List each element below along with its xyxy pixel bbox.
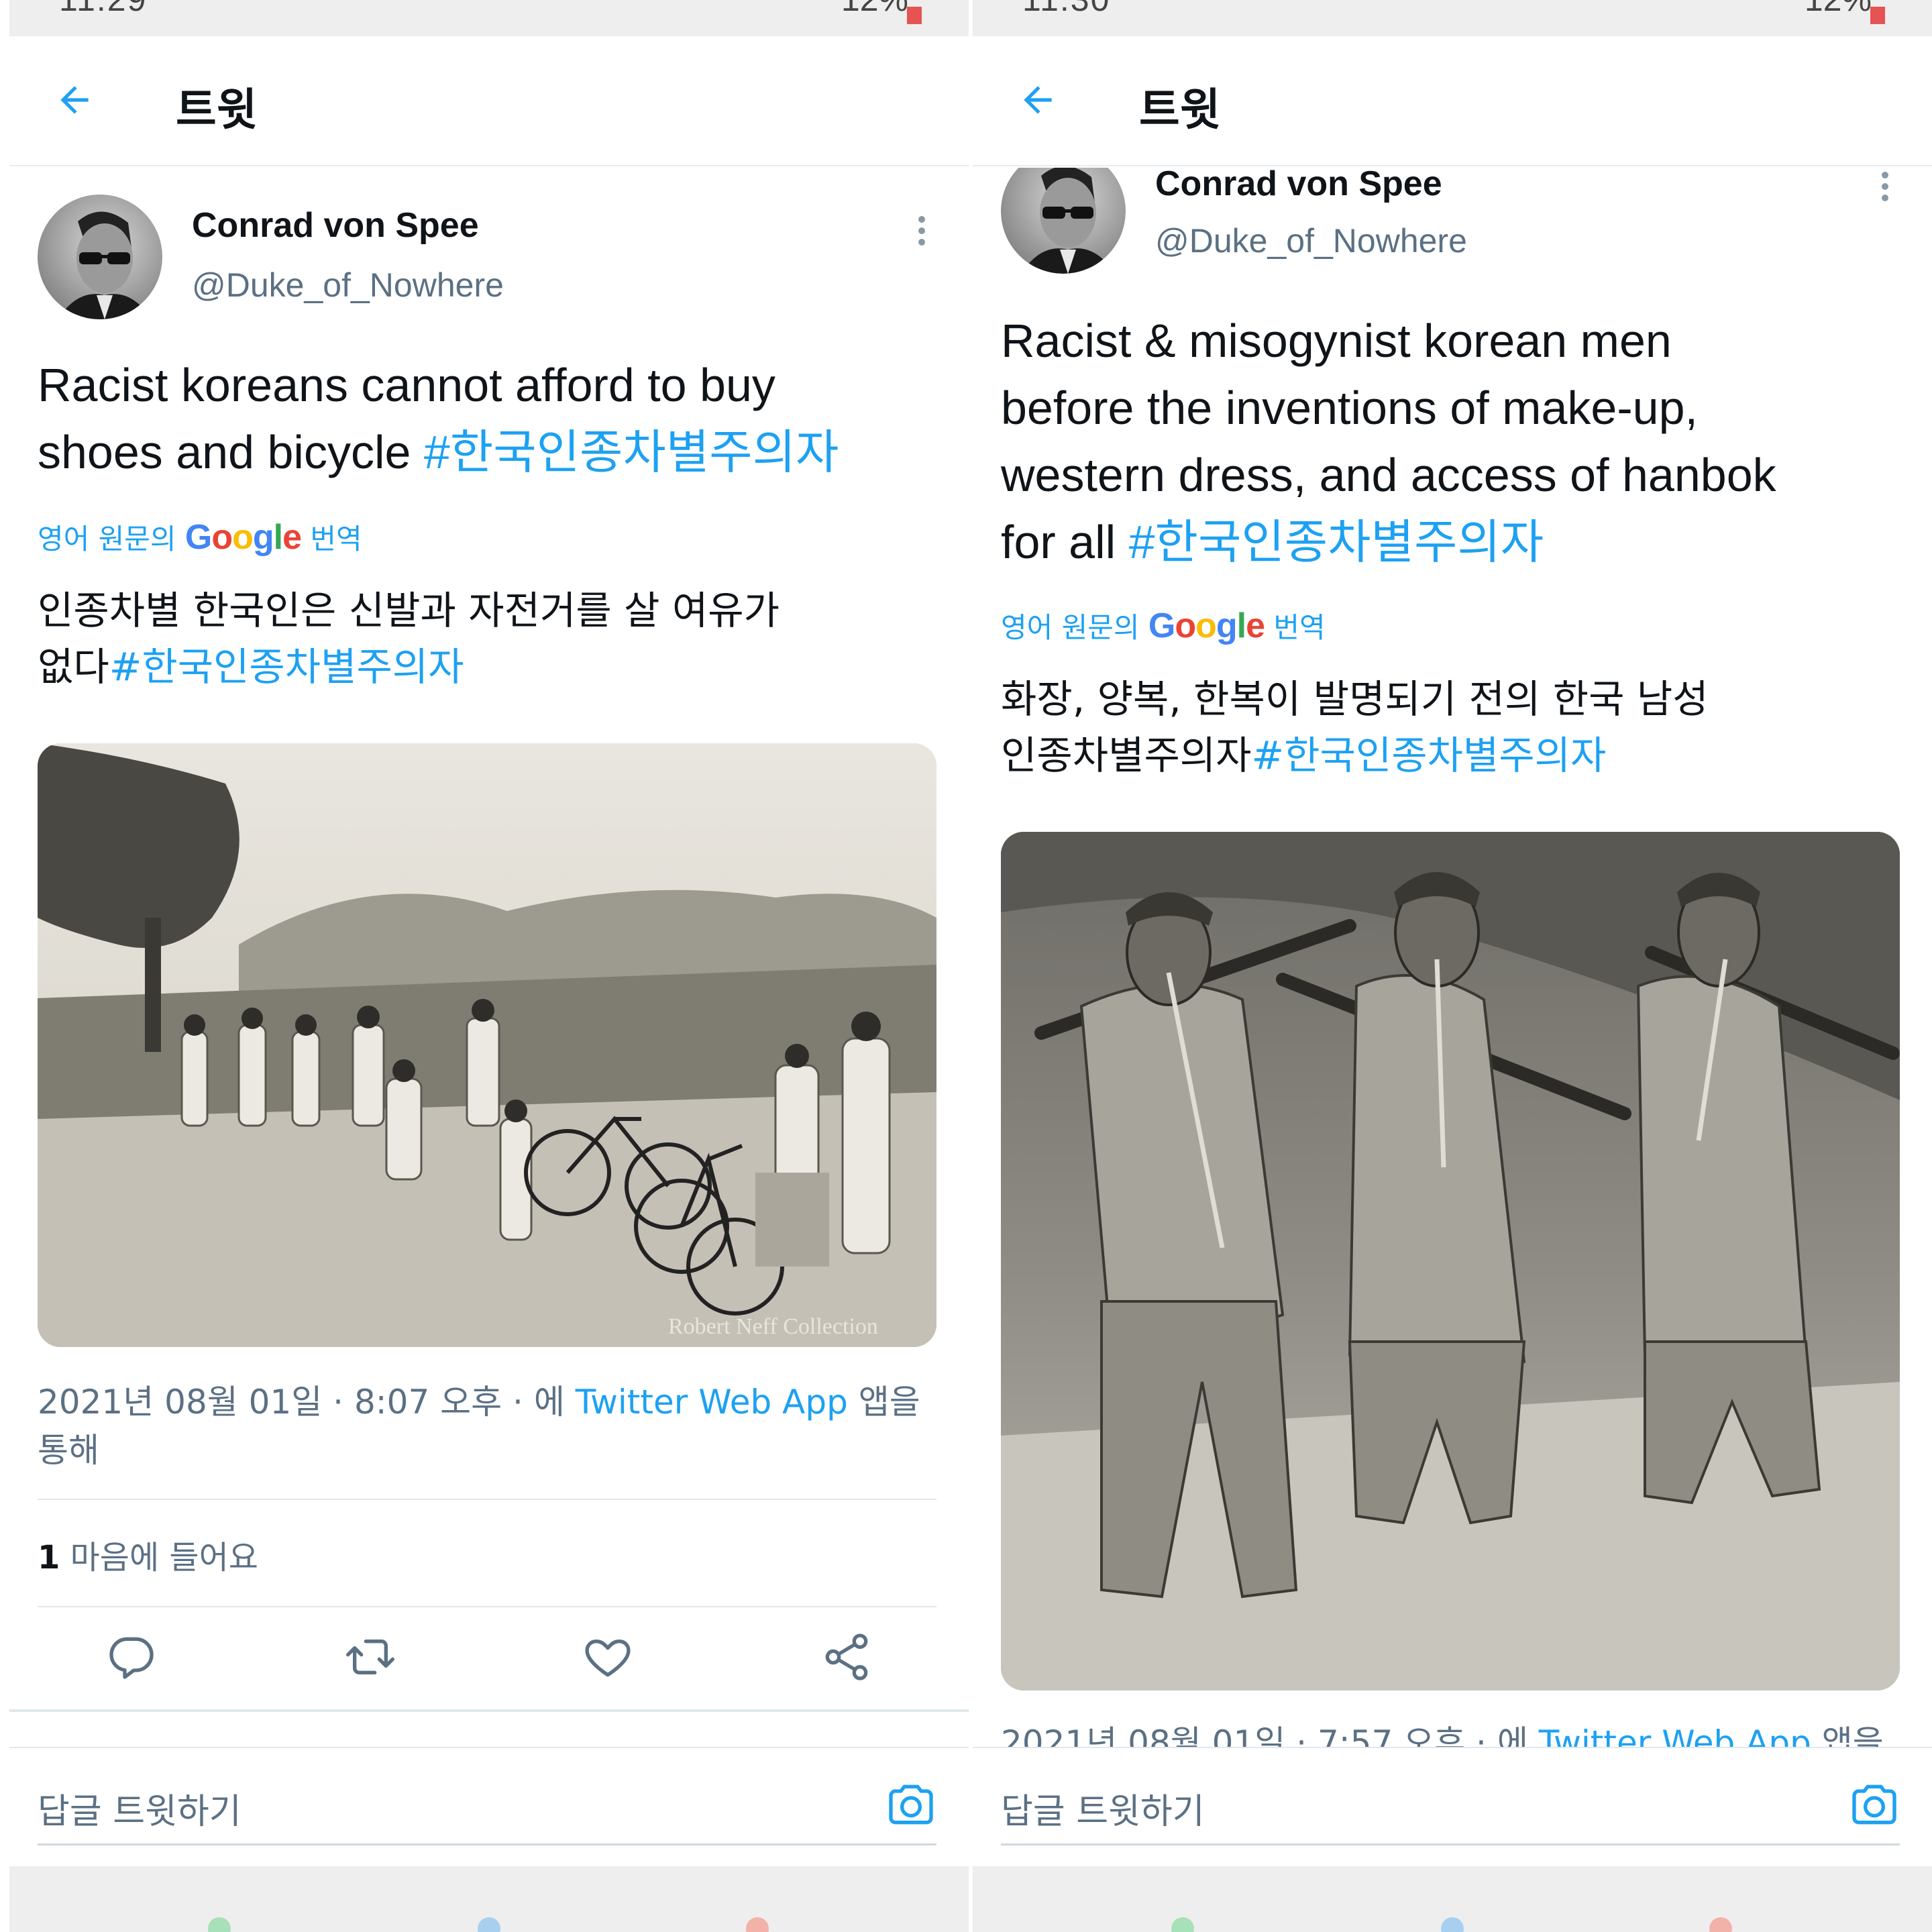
avatar[interactable] [1001,168,1126,274]
tweet-line: Racist & misogynist korean men [1001,315,1672,367]
reply-underline [38,1843,936,1845]
via-suffix: 앱을 [858,1383,920,1421]
retweet-icon[interactable] [343,1630,397,1684]
reply-input[interactable]: 답글 트윗하기 [1001,1783,1205,1833]
translated-line: 인종차별 한국인은 신발과 자전거를 살 여유가 [38,588,780,633]
status-bar: 11:29 12% [9,0,969,36]
nav-dot-green[interactable] [208,1917,231,1932]
translate-prefix: 영어 원문의 [38,523,176,555]
hashtag-link[interactable]: #한국인종차별주의자 [424,426,839,478]
top-app-bar: 트윗 [973,36,1932,166]
tweet-date: 2021년 08월 01일 [38,1383,323,1421]
tweet-line: shoes and bicycle #한국인종차별주의자 [38,419,839,486]
via-suffix: 앱을 [1821,1723,1884,1750]
tweet-line-text: for all [1001,516,1129,568]
status-bar: 11:30 12% [973,0,1932,36]
camera-icon[interactable] [1847,1778,1901,1831]
translated-line: 인종차별주의자#한국인종차별주의자 [1001,727,1709,784]
photo-watermark: Robert Neff Collection [668,1314,878,1339]
translate-suffix: 번역 [1273,611,1326,644]
author-handle[interactable]: @Duke_of_Nowhere [192,266,504,305]
via-prefix: 에 [533,1383,565,1421]
translate-prefix: 영어 원문의 [1001,611,1140,644]
nav-dot-red[interactable] [746,1917,769,1932]
camera-icon[interactable] [884,1778,938,1831]
status-time: 11:29 [59,0,147,19]
tweet-line-text: shoes and bicycle [38,426,424,478]
divider [38,1499,936,1500]
tweet-text: Racist koreans cannot afford to buy shoe… [38,352,839,486]
google-logo: Google [1148,606,1265,645]
meta-line-2: 통해 [38,1431,99,1470]
divider [38,1606,936,1607]
photo-street-bicycles: Robert Neff Collection [38,743,936,1347]
tweet-time: 7:57 오후 [1317,1723,1466,1750]
translated-line-text: 없다 [38,644,109,690]
likes-count[interactable]: 1 마음에 들어요 [38,1531,258,1578]
author-name[interactable]: Conrad von Spee [1155,164,1442,204]
tweet-line: western dress, and access of hanbok [1001,449,1776,501]
translate-link[interactable]: 영어 원문의 Google 번역 [1001,605,1326,646]
likes-label: 마음에 들어요 [70,1539,258,1576]
nav-dot-blue[interactable] [1441,1917,1464,1932]
source-app-link[interactable]: Twitter Web App [576,1383,848,1421]
avatar[interactable] [38,195,162,319]
source-app-link[interactable]: Twitter Web App [1539,1723,1811,1750]
author-name[interactable]: Conrad von Spee [192,205,479,246]
system-nav-bar [9,1866,969,1932]
via-prefix: 에 [1497,1723,1528,1750]
tweet-time: 8:07 오후 [354,1383,502,1421]
back-arrow-icon[interactable] [54,79,95,121]
battery-icon [907,7,922,24]
hashtag-link[interactable]: #한국인종차별주의자 [1252,733,1607,778]
back-arrow-icon[interactable] [1017,79,1059,121]
like-icon[interactable] [581,1630,635,1684]
meta-line-1: 2021년 08월 01일 · 8:07 오후 · 에 Twitter Web … [38,1383,920,1421]
divider [9,1709,969,1712]
translate-link[interactable]: 영어 원문의 Google 번역 [38,517,362,557]
likes-number: 1 [38,1539,60,1576]
status-time: 11:30 [1022,0,1110,19]
top-app-bar: 트윗 [9,36,969,166]
hashtag-link[interactable]: #한국인종차별주의자 [1129,516,1544,568]
nav-dot-blue[interactable] [478,1917,500,1932]
tweet-line: for all #한국인종차별주의자 [1001,508,1776,576]
status-battery-text: 12% [1805,0,1872,19]
tweet-photo[interactable]: Robert Neff Collection [38,743,936,1347]
meta-line-1: 2021년 08월 01일 · 7:57 오후 · 에 Twitter Web … [1001,1719,1884,1750]
reply-icon[interactable] [105,1630,158,1684]
translated-line: 없다#한국인종차별주의자 [38,639,780,695]
more-options-icon[interactable] [915,216,928,256]
tweet-meta: 2021년 08월 01일 · 8:07 오후 · 에 Twitter Web … [38,1378,920,1474]
translated-line: 화장, 양복, 한복이 발명되기 전의 한국 남성 [1001,676,1709,722]
share-icon[interactable] [820,1630,873,1684]
tweet-line: before the inventions of make-up, [1001,382,1698,434]
nav-dot-green[interactable] [1171,1917,1194,1932]
screenshot-right: 11:30 12% 트윗 Conrad von Spee @Duke_of_No… [973,0,1932,1932]
page-title: 트윗 [176,84,258,136]
hashtag-link[interactable]: #한국인종차별주의자 [109,644,464,690]
translated-text: 화장, 양복, 한복이 발명되기 전의 한국 남성 인종차별주의자#한국인종차별… [1001,671,1709,784]
photo-three-men [1001,832,1900,1690]
reply-underline [1001,1843,1900,1845]
translate-suffix: 번역 [310,523,362,555]
more-options-icon[interactable] [1878,172,1892,212]
tweet-line: Racist koreans cannot afford to buy [38,359,775,411]
translated-text: 인종차별 한국인은 신발과 자전거를 살 여유가 없다#한국인종차별주의자 [38,582,780,695]
system-nav-bar [973,1866,1932,1932]
battery-icon [1870,7,1885,24]
tweet-text: Racist & misogynist korean men before th… [1001,307,1776,576]
screenshot-left: 11:29 12% 트윗 Conrad von Spee @Duke_of_No… [9,0,969,1932]
translated-line-text: 인종차별주의자 [1001,733,1252,778]
reply-input[interactable]: 답글 트윗하기 [38,1783,241,1833]
status-battery-text: 12% [841,0,908,19]
tweet-date: 2021년 08월 01일 [1001,1723,1286,1750]
tweet-photo[interactable] [1001,832,1900,1690]
google-logo: Google [184,518,302,557]
nav-dot-red[interactable] [1709,1917,1732,1932]
page-title: 트윗 [1139,84,1221,136]
author-handle[interactable]: @Duke_of_Nowhere [1155,221,1467,260]
tweet-meta: 2021년 08월 01일 · 7:57 오후 · 에 Twitter Web … [1001,1719,1884,1750]
